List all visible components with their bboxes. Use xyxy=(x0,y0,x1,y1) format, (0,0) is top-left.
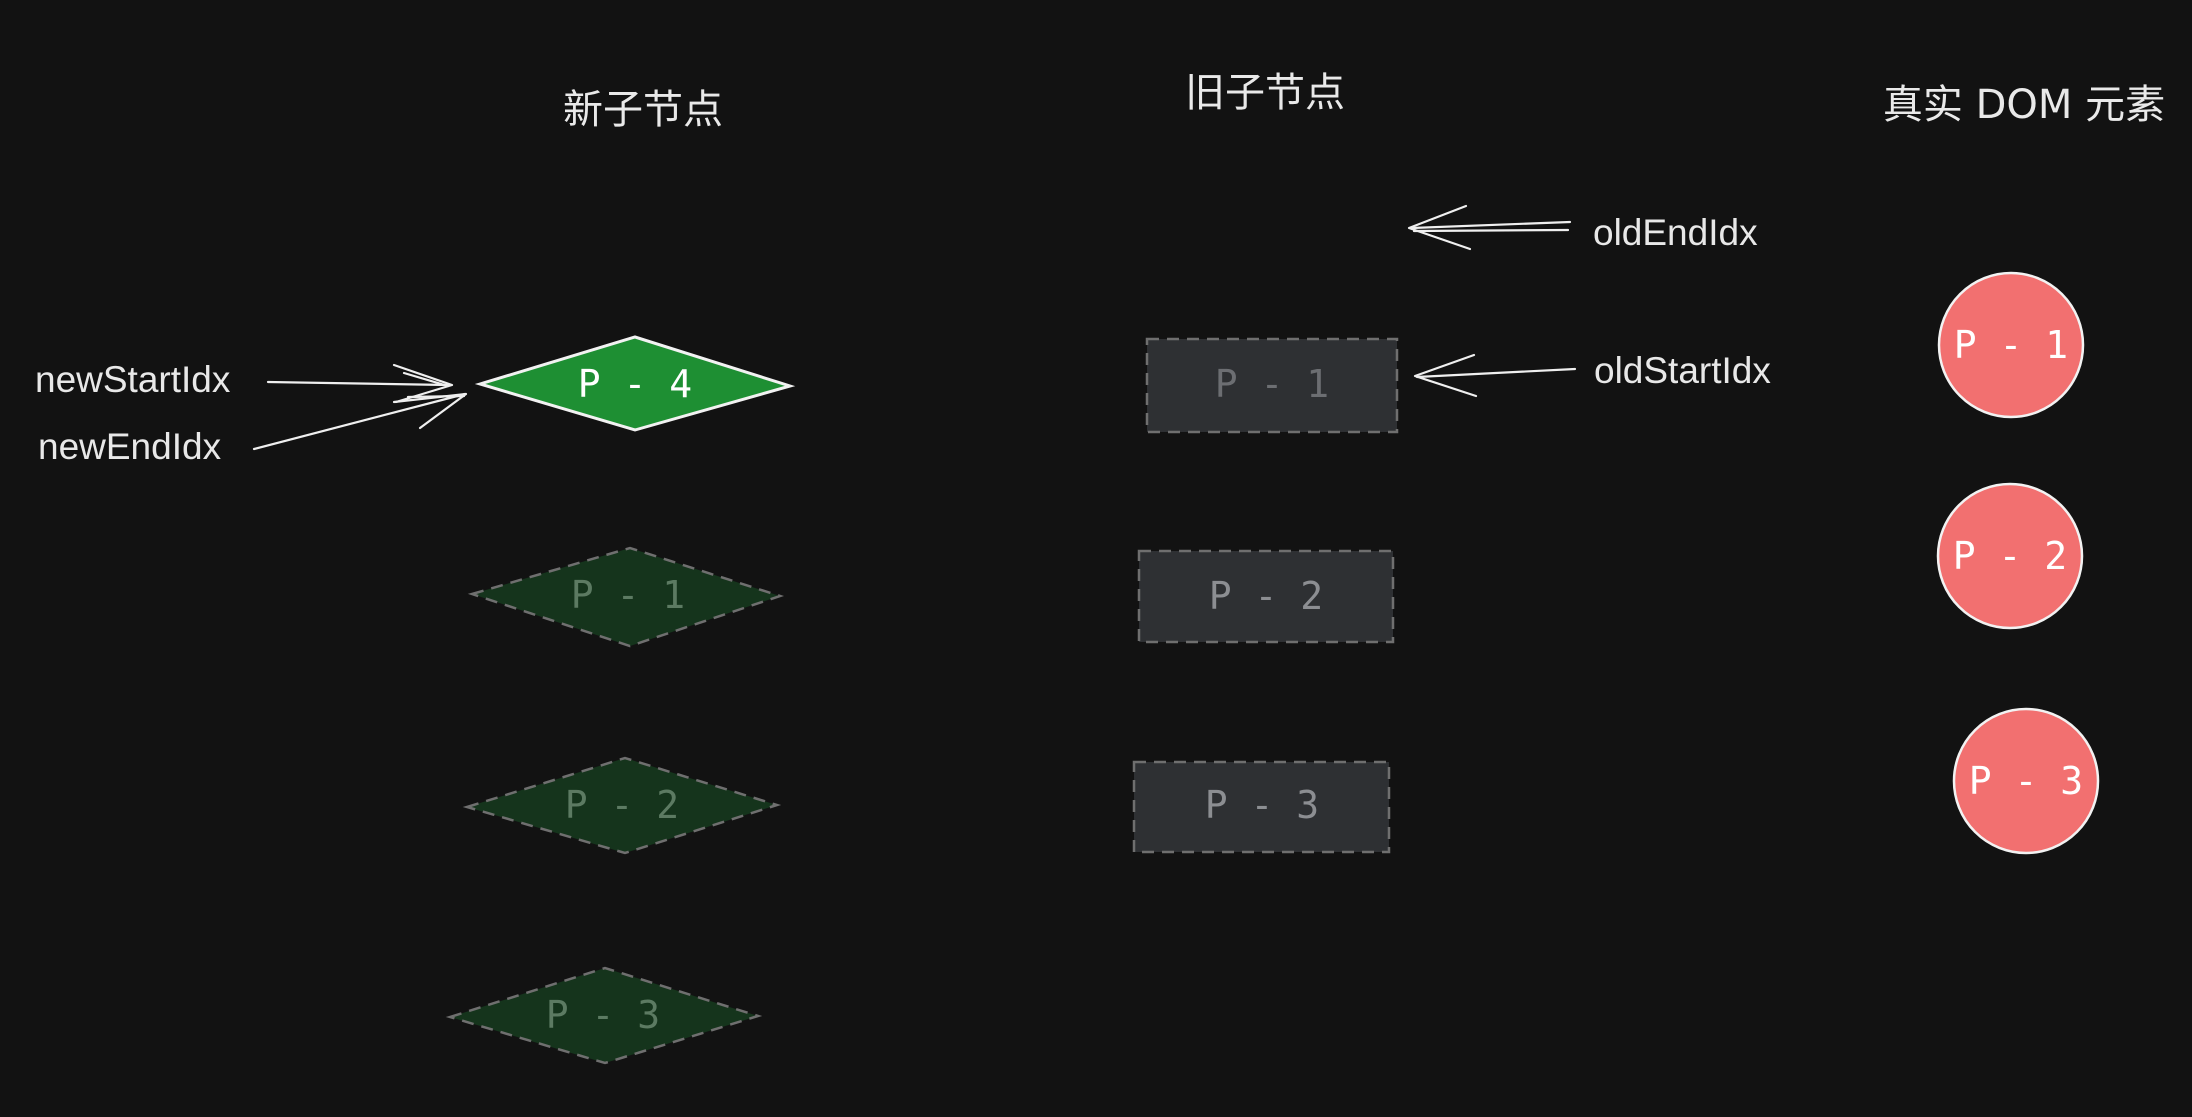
label-new-start-idx: newStartIdx xyxy=(35,359,231,400)
label-old-start-idx: oldStartIdx xyxy=(1594,350,1771,391)
old-node-1: P - 1 xyxy=(1145,337,1399,434)
new-node-3: P - 2 xyxy=(462,756,782,855)
new-node-4-label: P - 3 xyxy=(546,993,660,1037)
arrow-new-end-idx xyxy=(252,392,468,451)
title-real-dom: 真实 DOM 元素 xyxy=(1883,82,2165,128)
old-node-2: P - 2 xyxy=(1137,549,1395,644)
dom-node-3-label: P - 3 xyxy=(1969,759,2083,803)
diff-diagram: 新子节点 旧子节点 真实 DOM 元素 P - 4 P - 1 P - 2 P … xyxy=(35,70,2165,1065)
dom-node-1: P - 1 xyxy=(1937,271,2085,419)
old-node-3-label: P - 3 xyxy=(1205,783,1319,827)
old-node-1-label: P - 1 xyxy=(1215,362,1329,406)
new-node-1: P - 4 xyxy=(474,335,796,432)
arrow-old-start-idx xyxy=(1413,353,1577,398)
old-node-2-label: P - 2 xyxy=(1209,574,1323,618)
arrow-old-end-idx xyxy=(1407,204,1572,251)
new-node-3-label: P - 2 xyxy=(565,783,679,827)
arrow-old-end-line-sketch xyxy=(1412,228,1570,233)
old-node-3: P - 3 xyxy=(1132,760,1391,854)
dom-node-2-label: P - 2 xyxy=(1953,534,2067,578)
dom-node-1-label: P - 1 xyxy=(1954,323,2068,367)
arrow-old-end-line xyxy=(1410,220,1572,230)
new-node-4: P - 3 xyxy=(445,966,763,1065)
arrow-old-start-line xyxy=(1415,367,1577,379)
label-new-end-idx: newEndIdx xyxy=(38,426,222,467)
arrow-new-start-line xyxy=(266,380,450,387)
new-node-2-label: P - 1 xyxy=(571,573,685,617)
diagram-canvas: 新子节点 旧子节点 真实 DOM 元素 P - 4 P - 1 P - 2 P … xyxy=(0,0,2192,1117)
title-new-children: 新子节点 xyxy=(563,87,723,133)
label-old-end-idx: oldEndIdx xyxy=(1593,212,1758,253)
new-node-1-label: P - 4 xyxy=(578,362,692,406)
arrow-new-end-line xyxy=(252,392,467,451)
new-node-2: P - 1 xyxy=(467,546,785,648)
arrow-new-end-head-sketch xyxy=(406,394,466,399)
dom-node-2: P - 2 xyxy=(1936,482,2084,630)
dom-node-3: P - 3 xyxy=(1952,707,2100,855)
title-old-children: 旧子节点 xyxy=(1185,70,1345,116)
